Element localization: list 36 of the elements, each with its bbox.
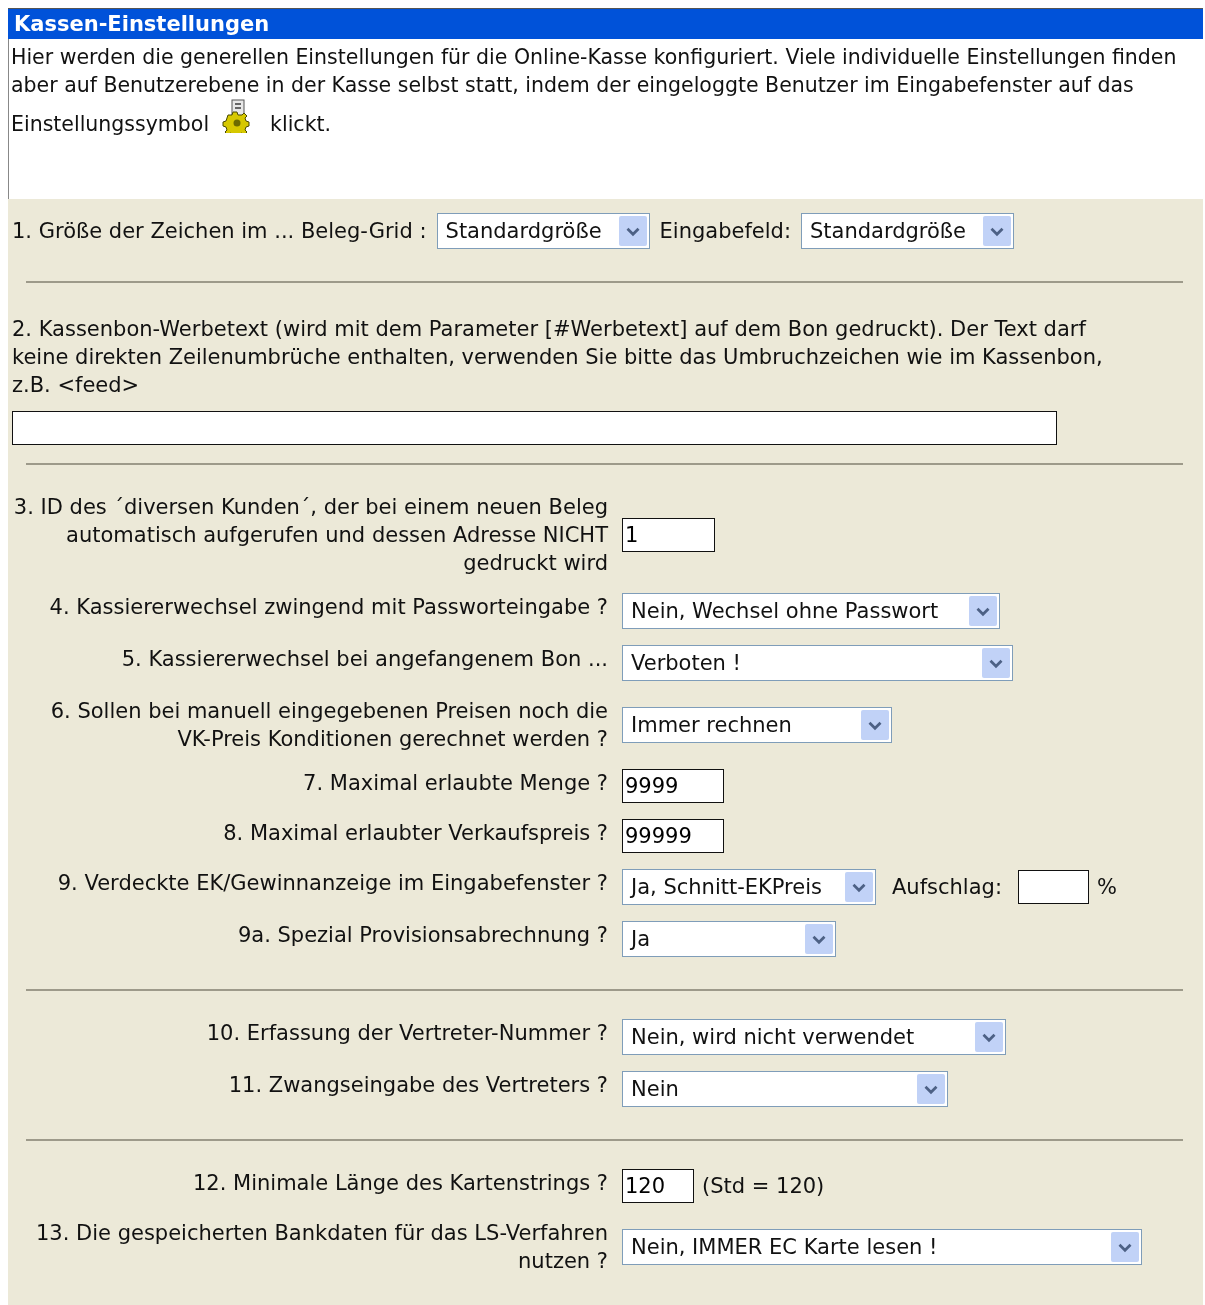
intro-text: Hier werden die generellen Einstellungen für die Online-Kasse konfiguriert. Viele individuelle Einstellungen finden aber auf Benutzerebene in der Kasse selbst statt, indem der eingeloggte Benutzer im Eingabefenster auf das Einstellungssymbol klickt.	[10, 44, 1178, 138]
field-label: 1. Größe der Zeichen im ... Beleg-Grid :	[12, 219, 427, 243]
setting-label: 9a. Spezial Provisionsabrechnung ?	[236, 922, 608, 949]
setting-description: 2. Kassenbon-Werbetext (wird mit dem Parameter [#Werbetext] auf dem Bon gedruckt). Der Text darf keine direkten Zeilenumbrüche enthalten, verwenden Sie bitte das Umbruchzeichen wie im Kassenbon, z.B. <feed>	[12, 316, 1104, 399]
input-field[interactable]: 1	[622, 518, 715, 552]
setting-label: 7. Maximal erlaubte Menge ?	[302, 770, 608, 797]
setting-label: 6. Sollen bei manuell eingegebenen Preisen noch die VK-Preis Konditionen gerechnet werden ?	[49, 698, 608, 753]
dropdown[interactable]: Nein, Wechsel ohne Passwort	[622, 593, 1000, 629]
field-label: Aufschlag:	[892, 875, 1002, 899]
input-field[interactable]: 120	[622, 1169, 694, 1203]
unit-label: (Std = 120)	[702, 1174, 825, 1198]
setting-label: 11. Zwangseingabe des Vertreters ?	[227, 1072, 608, 1099]
dropdown[interactable]: Ja, Schnitt-EKPreis	[622, 869, 876, 905]
dropdown[interactable]: Nein	[622, 1071, 948, 1107]
field-label: Eingabefeld:	[659, 219, 791, 243]
dropdown[interactable]: Immer rechnen	[622, 707, 892, 743]
input-field[interactable]	[12, 411, 1057, 445]
dropdown[interactable]: Verboten !	[622, 645, 1013, 681]
setting-label: 10. Erfassung der Vertreter-Nummer ?	[205, 1020, 608, 1047]
setting-label: 4. Kassiererwechsel zwingend mit Passworteingabe ?	[48, 594, 608, 621]
input-field[interactable]: 99999	[622, 819, 724, 853]
dropdown[interactable]: Standardgröße	[800, 213, 1014, 249]
setting-label: 3. ID des ´diversen Kunden´, der bei einem neuen Beleg automatisch aufgerufen und dessen Adresse NICHT gedruckt wird	[12, 494, 608, 577]
dropdown[interactable]: Nein, IMMER EC Karte lesen !	[622, 1229, 1142, 1265]
input-field[interactable]: 9999	[622, 769, 724, 803]
panel-title: Kassen-Einstellungen	[8, 8, 1203, 39]
setting-label: 5. Kassiererwechsel bei angefangenem Bon ...	[120, 646, 608, 673]
dropdown[interactable]: Nein, wird nicht verwendet	[622, 1019, 1006, 1055]
setting-label: 8. Maximal erlaubter Verkaufspreis ?	[222, 820, 608, 847]
setting-label: 9. Verdeckte EK/Gewinnanzeige im Eingabefenster ?	[56, 870, 608, 897]
setting-label: 12. Minimale Länge des Kartenstrings ?	[192, 1170, 608, 1197]
dropdown[interactable]: Ja	[622, 921, 836, 957]
unit-label: %	[1097, 875, 1117, 899]
input-field[interactable]	[1018, 870, 1089, 904]
setting-label: 13. Die gespeicherten Bankdaten für das LS-Verfahren nutzen ?	[34, 1220, 608, 1275]
dropdown[interactable]: Standardgröße	[436, 213, 650, 249]
